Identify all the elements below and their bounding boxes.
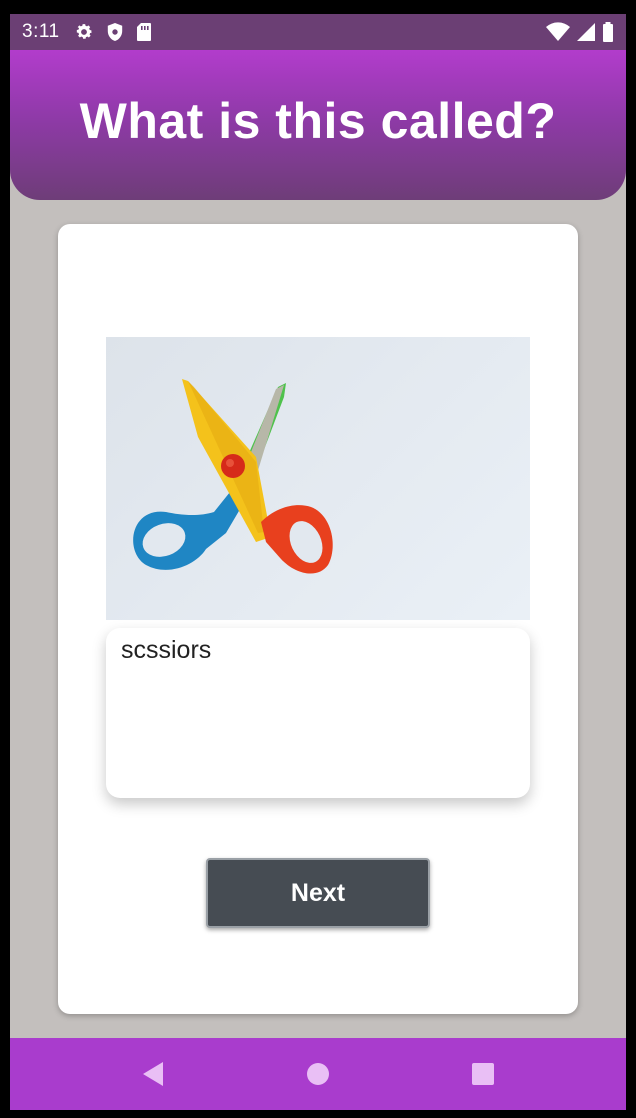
nav-home-button[interactable]: [288, 1044, 348, 1104]
sd-card-icon: [136, 23, 151, 41]
battery-icon: [603, 22, 613, 42]
nav-recents-button[interactable]: [453, 1044, 513, 1104]
page-title: What is this called?: [79, 93, 557, 149]
screen: 3:11 What is this called? scssiors Next: [10, 14, 626, 1110]
red-handle: [261, 505, 333, 574]
blue-handle: [133, 487, 246, 570]
status-bar: 3:11: [10, 14, 626, 50]
device-frame: 3:11 What is this called? scssiors Next: [0, 0, 636, 1118]
status-time: 3:11: [22, 21, 60, 42]
answer-text: scssiors: [121, 636, 212, 664]
header: What is this called?: [10, 50, 626, 200]
quiz-card: scssiors Next: [58, 224, 578, 1014]
back-icon: [142, 1062, 163, 1086]
shield-icon: [107, 23, 122, 41]
answer-text-area[interactable]: scssiors: [106, 628, 530, 798]
home-icon: [306, 1063, 329, 1085]
status-icons-right: [546, 22, 614, 42]
nav-back-button[interactable]: [123, 1044, 183, 1104]
gear-icon: [76, 24, 92, 39]
status-icons-left: [74, 22, 152, 42]
cell-signal-icon: [577, 23, 595, 41]
navigation-bar: [10, 1038, 626, 1110]
scissors-illustration: [133, 379, 333, 574]
wifi-icon: [546, 22, 570, 41]
recents-icon: [472, 1063, 495, 1085]
next-button[interactable]: Next: [206, 858, 430, 928]
scissors-image: [106, 337, 530, 620]
